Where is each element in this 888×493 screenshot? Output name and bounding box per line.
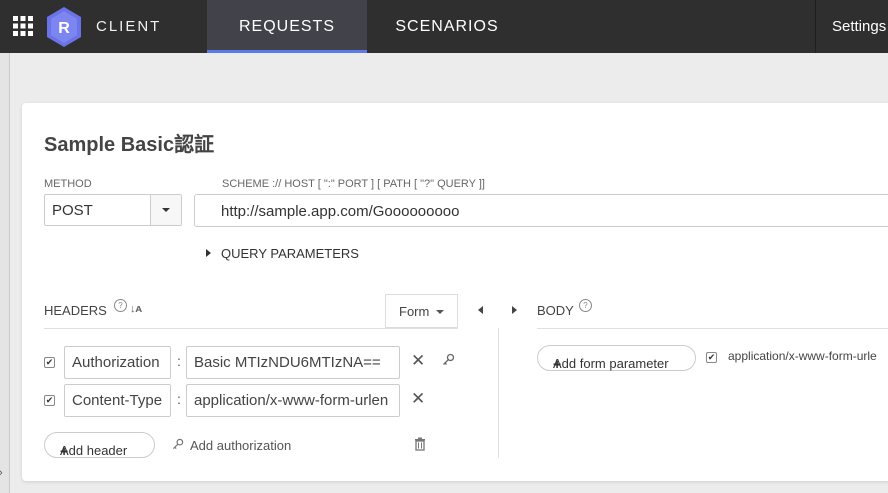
header-value-input[interactable]: application/x-www-form-urlen [186,384,400,417]
nav-divider [815,0,816,53]
top-nav-bar: R CLIENT REQUESTS SCENARIOS Settings [0,0,888,53]
body-content-type: application/x-www-form-urle [728,349,877,363]
caret-down-icon [436,310,444,314]
header-value-input[interactable]: Basic MTIzNDU6MTIzNA== [186,346,400,379]
key-icon[interactable] [442,353,455,366]
left-sidebar-collapsed[interactable] [0,53,10,493]
panel-divider [498,328,499,458]
headers-mode-dropdown[interactable]: Form [385,294,458,328]
add-form-parameter-button[interactable]: + Add form parameter [537,345,696,372]
headers-title: HEADERS [44,303,107,318]
header-colon: : [177,391,181,407]
expand-sidebar-icon[interactable]: › [0,467,3,479]
header-name-value: Authorization [72,354,160,371]
method-value: POST [52,202,93,219]
headers-divider [44,328,458,329]
url-input[interactable]: http://sample.app.com/Gooooooooo [194,194,888,227]
content-type-checkbox[interactable]: ✔ [706,352,717,363]
apps-grid-icon[interactable] [13,16,33,36]
add-header-button[interactable]: + Add header [44,432,155,459]
brand-name: CLIENT [96,18,162,35]
collapse-left-icon[interactable] [478,306,483,314]
body-divider [537,328,888,329]
app-logo[interactable]: R [45,6,83,48]
method-dropdown-button[interactable] [150,195,181,225]
header-name-value: Content-Type [72,392,163,409]
body-title: BODY [537,303,574,318]
header-enabled-checkbox[interactable]: ✔ [44,395,55,406]
add-form-parameter-label: Add form parameter [553,356,669,371]
query-parameters-label: QUERY PARAMETERS [221,246,359,261]
logo-letter: R [58,20,70,37]
header-value-value: application/x-www-form-urlen [194,392,389,409]
header-colon: : [177,353,181,369]
header-value-value: Basic MTIzNDU6MTIzNA== [194,354,381,371]
header-enabled-checkbox[interactable]: ✔ [44,357,55,368]
remove-header-icon[interactable]: ✕ [411,351,425,371]
add-header-label: Add header [60,443,128,458]
request-card: Sample Basic認証 METHOD SCHEME :// HOST [ … [22,103,888,481]
url-value: http://sample.app.com/Gooooooooo [221,203,460,220]
body-help-icon[interactable]: ? [579,299,592,312]
method-label: METHOD [44,178,92,190]
method-select[interactable]: POST [44,194,182,226]
tab-scenarios[interactable]: SCENARIOS [367,0,527,53]
request-title[interactable]: Sample Basic認証 [44,128,214,157]
header-name-input[interactable]: Content-Type [64,384,171,417]
sort-az-icon[interactable]: ↓ᴀ [130,303,142,315]
remove-header-icon[interactable]: ✕ [411,389,425,409]
trash-icon[interactable] [414,437,426,451]
triangle-right-icon [206,249,211,257]
query-parameters-toggle[interactable]: QUERY PARAMETERS [206,246,359,261]
url-label: SCHEME :// HOST [ ":" PORT ] [ PATH [ "?… [222,178,485,190]
caret-down-icon [162,208,170,212]
add-authorization-link[interactable]: Add authorization [190,438,291,453]
headers-help-icon[interactable]: ? [114,299,127,312]
expand-right-icon[interactable] [512,306,517,314]
tab-requests[interactable]: REQUESTS [207,0,367,53]
header-name-input[interactable]: Authorization [64,346,171,379]
settings-link[interactable]: Settings [832,18,886,35]
key-icon[interactable] [172,438,184,450]
headers-mode-label: Form [399,304,430,319]
